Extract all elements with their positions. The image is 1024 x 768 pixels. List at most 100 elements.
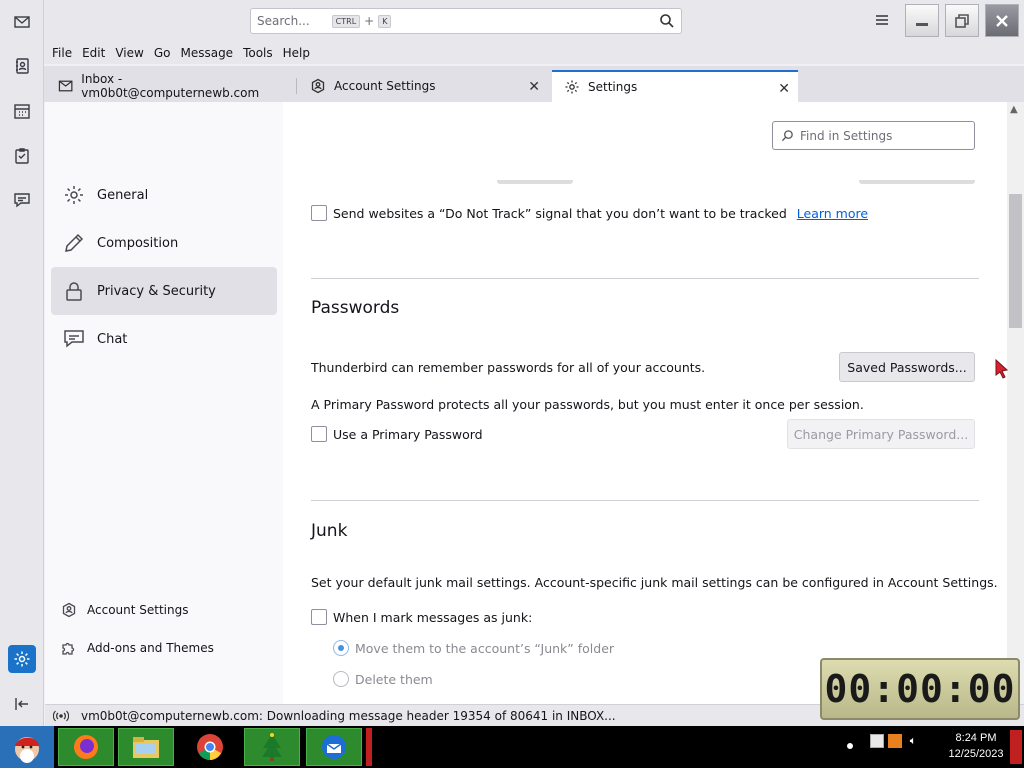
saved-passwords-button[interactable]: Saved Passwords... (839, 352, 975, 382)
footer-label: Add-ons and Themes (87, 641, 214, 655)
mouse-cursor-icon (995, 358, 1009, 379)
gear-icon (565, 80, 579, 94)
santa-start-icon (15, 737, 39, 763)
junk-delete-radio[interactable] (333, 671, 349, 687)
minimize-icon (916, 22, 928, 26)
sidebar-item-label: Chat (97, 331, 128, 347)
menu-go[interactable]: Go (154, 46, 171, 60)
thunderbird-icon (322, 735, 346, 759)
taskbar-file-explorer[interactable] (118, 728, 174, 766)
christmas-tree-icon (262, 733, 282, 761)
menu-file[interactable]: File (52, 46, 72, 60)
use-primary-password-label: Use a Primary Password (333, 426, 483, 442)
use-primary-password-row: Use a Primary Password (311, 426, 483, 442)
kbd-plus: + (364, 14, 375, 28)
sidebar-item-general[interactable]: General (51, 171, 277, 219)
sidebar-item-chat[interactable]: Chat (51, 315, 277, 363)
collapse-spaces-icon[interactable] (8, 690, 36, 718)
search-icon[interactable] (659, 13, 675, 29)
minimize-button[interactable] (905, 4, 939, 37)
junk-move-option-row: Move them to the account’s “Junk” folder (333, 640, 614, 656)
junk-description: Set your default junk mail settings. Acc… (311, 575, 998, 590)
learn-more-link[interactable]: Learn more (797, 206, 868, 221)
section-divider (311, 500, 979, 501)
taskbar-firefox[interactable] (58, 728, 114, 766)
tab-inbox[interactable]: Inbox - vm0b0t@computernewb.com (46, 70, 294, 102)
do-not-track-row: Send websites a “Do Not Track” signal th… (311, 205, 868, 221)
tray-volume-icon[interactable]: 🔈︎ (906, 734, 920, 748)
search-icon (781, 130, 793, 142)
scroll-up-arrow-icon[interactable]: ▲ (1010, 104, 1018, 115)
menu-edit[interactable]: Edit (82, 46, 105, 60)
menu-bar: File Edit View Go Message Tools Help (44, 42, 1024, 64)
menu-help[interactable]: Help (283, 46, 310, 60)
address-book-icon[interactable] (8, 52, 36, 80)
do-not-track-checkbox[interactable] (311, 205, 327, 221)
folder-icon (133, 737, 159, 758)
junk-move-label: Move them to the account’s “Junk” folder (355, 640, 615, 656)
close-window-button[interactable] (985, 4, 1019, 37)
scrolled-button-edge (859, 180, 975, 184)
tab-account-settings[interactable]: Account Settings ✕ (298, 70, 548, 102)
sidebar-item-label: Privacy & Security (97, 283, 216, 299)
mark-junk-checkbox[interactable] (311, 609, 327, 625)
tab-label: Account Settings (334, 79, 436, 93)
taskbar: 🔈︎ 8:24 PM 12/25/2023 (0, 726, 1024, 768)
junk-move-radio[interactable] (333, 640, 349, 656)
scrollbar-thumb[interactable] (1009, 194, 1022, 328)
sidebar-footer-account-settings[interactable]: Account Settings (61, 598, 188, 622)
sidebar-item-privacy-security[interactable]: Privacy & Security (51, 267, 277, 315)
passwords-remember-text: Thunderbird can remember passwords for a… (311, 360, 706, 375)
taskbar-xmas-tree[interactable] (244, 728, 300, 766)
account-settings-icon (62, 602, 76, 618)
junk-delete-label: Delete them (355, 671, 433, 687)
use-primary-password-checkbox[interactable] (311, 426, 327, 442)
search-placeholder: Search... (257, 14, 310, 28)
sidebar-item-label: Composition (97, 235, 179, 251)
tab-label: Settings (588, 80, 638, 94)
stopwatch-widget[interactable]: 00:00:00 (820, 658, 1020, 720)
find-placeholder: Find in Settings (800, 128, 893, 143)
taskbar-chrome[interactable] (182, 728, 238, 766)
calendar-icon[interactable] (8, 97, 36, 125)
taskbar-clock[interactable]: 8:24 PM 12/25/2023 (944, 730, 1008, 762)
taskbar-thunderbird[interactable] (306, 728, 362, 766)
close-icon (996, 14, 1008, 27)
close-icon[interactable]: ✕ (778, 81, 790, 97)
chrome-icon (197, 734, 223, 760)
tasks-icon[interactable] (8, 142, 36, 170)
tab-settings[interactable]: Settings ✕ (552, 70, 798, 102)
system-tray: 🔈︎ (870, 734, 920, 748)
change-primary-password-button[interactable]: Change Primary Password... (787, 419, 975, 449)
sidebar-footer-addons-themes[interactable]: Add-ons and Themes (61, 636, 214, 660)
global-search-input[interactable]: Search... CTRL + K (250, 8, 682, 34)
menu-message[interactable]: Message (180, 46, 233, 60)
scrolled-button-edge (497, 180, 573, 184)
start-button[interactable] (0, 726, 54, 768)
sidebar-item-composition[interactable]: Composition (51, 219, 277, 267)
show-desktop-button[interactable] (1010, 730, 1022, 764)
settings-gear-icon[interactable] (8, 645, 36, 673)
settings-scrollbar[interactable]: ▲ (1007, 102, 1024, 704)
find-in-settings-input[interactable]: Find in Settings (772, 121, 975, 150)
mark-junk-row: When I mark messages as junk: (311, 609, 532, 625)
junk-heading: Junk (311, 521, 348, 541)
app-menu-icon[interactable] (874, 12, 890, 28)
restore-icon (955, 13, 969, 28)
kbd-k: K (378, 14, 392, 28)
activity-signal-icon (53, 710, 69, 721)
account-settings-icon (311, 78, 325, 94)
close-icon[interactable]: ✕ (528, 79, 540, 95)
tray-network-icon[interactable] (888, 734, 902, 748)
mail-icon[interactable] (8, 8, 36, 36)
junk-delete-option-row: Delete them (333, 671, 433, 687)
chat-icon[interactable] (8, 186, 36, 214)
restore-button[interactable] (945, 4, 979, 37)
notification-dot (847, 743, 853, 749)
settings-sidebar: General Composition Privacy & Security C… (45, 102, 283, 704)
menu-view[interactable]: View (115, 46, 143, 60)
clock-time: 8:24 PM (955, 732, 997, 744)
menu-tools[interactable]: Tools (243, 46, 273, 60)
tab-strip: Inbox - vm0b0t@computernewb.com Account … (44, 66, 1024, 102)
tray-flag-icon[interactable] (870, 734, 884, 748)
